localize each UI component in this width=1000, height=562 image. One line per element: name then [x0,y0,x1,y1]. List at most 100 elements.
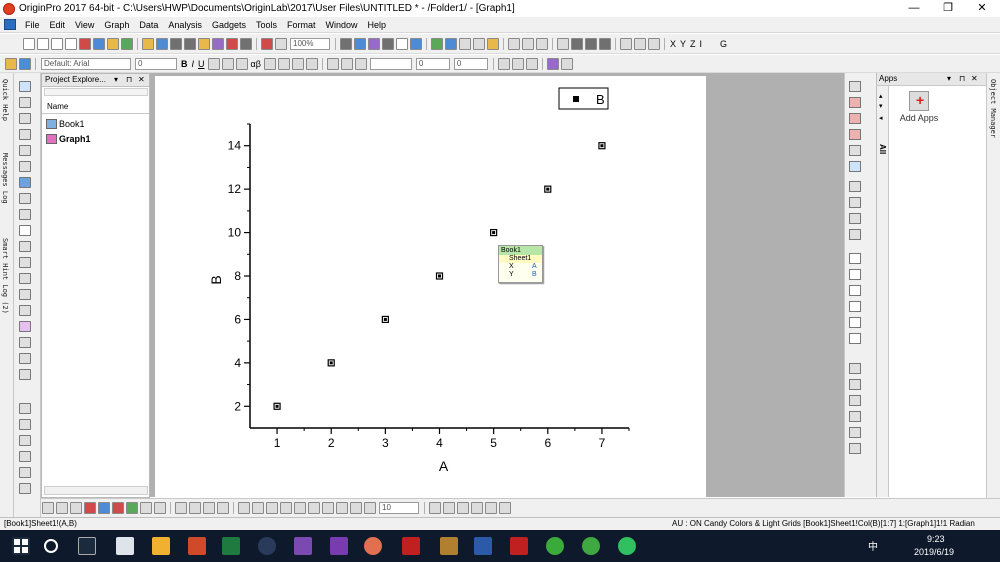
column-plot-icon[interactable] [84,502,96,514]
fill-area-icon[interactable] [443,502,455,514]
crosshair-icon[interactable] [485,502,497,514]
project-item-book1[interactable]: Book1 [46,118,85,130]
stats-icon[interactable] [499,502,511,514]
underline-button[interactable]: U [198,59,205,69]
line-color-icon[interactable] [354,57,367,70]
subscript-icon[interactable] [221,57,234,70]
windows-start-icon[interactable] [12,537,30,555]
italic-button[interactable]: I [192,59,195,69]
panel-close-icon[interactable]: ✕ [971,74,978,83]
column-chart-icon[interactable] [585,37,597,50]
3d-rotate-icon[interactable] [238,502,250,514]
new-notes-icon[interactable] [107,37,119,50]
app2-icon[interactable] [440,537,458,555]
histogram-icon[interactable] [599,37,611,50]
clock-date[interactable]: 2019/6/19 [914,547,954,557]
merge-icon[interactable] [525,57,538,70]
youdao-icon[interactable] [402,537,420,555]
menu-gadgets[interactable]: Gadgets [207,20,251,30]
line-plot-icon[interactable] [42,502,54,514]
close-button[interactable]: ✕ [966,0,998,17]
3d-reset-icon[interactable] [308,502,320,514]
menu-help[interactable]: Help [363,20,392,30]
fill-color-icon[interactable] [326,57,339,70]
line-width-combo[interactable]: 0 [415,57,450,70]
panel-dropdown-icon[interactable]: ▾ [947,74,951,83]
language-icon[interactable] [258,537,276,555]
3d-axis-icon[interactable] [322,502,334,514]
menu-format[interactable]: Format [282,20,321,30]
line-style-combo[interactable] [369,57,412,70]
3d-light-icon[interactable] [294,502,306,514]
refresh-icon[interactable] [354,37,366,50]
sort-filter-icon[interactable] [648,37,660,50]
menu-view[interactable]: View [70,20,99,30]
align-left-icon[interactable] [849,363,861,374]
text-color-icon[interactable] [305,57,318,70]
sort-icon[interactable] [536,37,548,50]
document-menu-icon[interactable] [4,19,16,30]
task-view-icon[interactable] [78,537,96,555]
panel-pin-icon[interactable]: ⊓ [126,75,132,84]
area-plot-icon[interactable] [126,502,138,514]
word-icon[interactable] [474,537,492,555]
origin-taskbar-icon[interactable] [364,537,382,555]
app3-icon[interactable] [618,537,636,555]
text-tool-icon[interactable] [19,225,31,236]
3d-pan-icon[interactable] [364,502,376,514]
font-size-combo[interactable]: 0 [135,57,177,70]
save-project-icon[interactable] [170,37,182,50]
column-stats-icon[interactable] [557,37,569,50]
set-column-values-icon[interactable] [508,37,520,50]
panel-pin-icon[interactable]: ⊓ [959,74,965,83]
menu-file[interactable]: File [20,20,45,30]
bar-chart-icon[interactable] [571,37,583,50]
rescale-icon[interactable] [19,353,31,364]
3d-tilt-icon[interactable] [252,502,264,514]
search-icon[interactable] [44,539,58,553]
menu-edit[interactable]: Edit [45,20,71,30]
panel-close-icon[interactable]: ✕ [138,75,145,84]
axis-cross-icon[interactable] [849,333,861,344]
add-layer-icon[interactable] [849,145,861,156]
quick-help-tab[interactable]: Quick Help [1,79,9,121]
menu-data[interactable]: Data [134,20,163,30]
annotation-icon[interactable] [19,161,31,172]
greek-button[interactable]: αβ [251,59,261,69]
add-right-y-icon[interactable] [849,129,861,140]
clock-time[interactable]: 9:23 [927,534,945,544]
menu-graph[interactable]: Graph [99,20,134,30]
line-tool-icon[interactable] [19,273,31,284]
new-graph-icon[interactable] [79,37,91,50]
add-apps-button[interactable]: Add Apps [894,89,944,123]
project-explorer-toggle-icon[interactable] [410,37,422,50]
bold-button[interactable]: B [181,59,188,69]
scatter-plot[interactable]: 1 2 3 4 5 6 72468101214AB B [155,76,706,497]
filter-icon[interactable] [620,37,632,50]
hand-tool-icon[interactable] [19,305,31,316]
scroll-down-icon[interactable]: ▾ [879,102,883,110]
i-button[interactable]: I [700,39,703,49]
align-icon[interactable] [291,57,304,70]
superscript-icon[interactable] [207,57,220,70]
axis-right-icon[interactable] [849,285,861,296]
axis-left-icon[interactable] [849,253,861,264]
scatter-plot-icon[interactable] [56,502,68,514]
reset-filter-icon[interactable] [634,37,646,50]
3d-frame-icon[interactable] [336,502,348,514]
draw-data-icon[interactable] [19,209,31,220]
insert-graph-icon[interactable] [19,321,31,332]
3d-perspective-icon[interactable] [280,502,292,514]
graph-page[interactable]: 1 2 3 4 5 6 7 2 4 6 8 10 12 14 A B B [155,76,706,497]
layer-grid2-icon[interactable] [849,213,861,224]
font-combo[interactable]: Default: Arial [41,57,131,70]
acrobat-icon[interactable] [510,537,528,555]
fit-icon[interactable] [19,369,31,380]
zoom-combo[interactable]: 100% [290,37,330,50]
ime-indicator[interactable]: 中 [868,538,878,553]
line-symbol-icon[interactable] [70,502,82,514]
object-manager-tab[interactable]: Object Manager [986,73,1000,520]
view-icon[interactable] [471,502,483,514]
import-wizard-icon[interactable] [212,37,224,50]
distribute-icon[interactable] [849,443,861,454]
